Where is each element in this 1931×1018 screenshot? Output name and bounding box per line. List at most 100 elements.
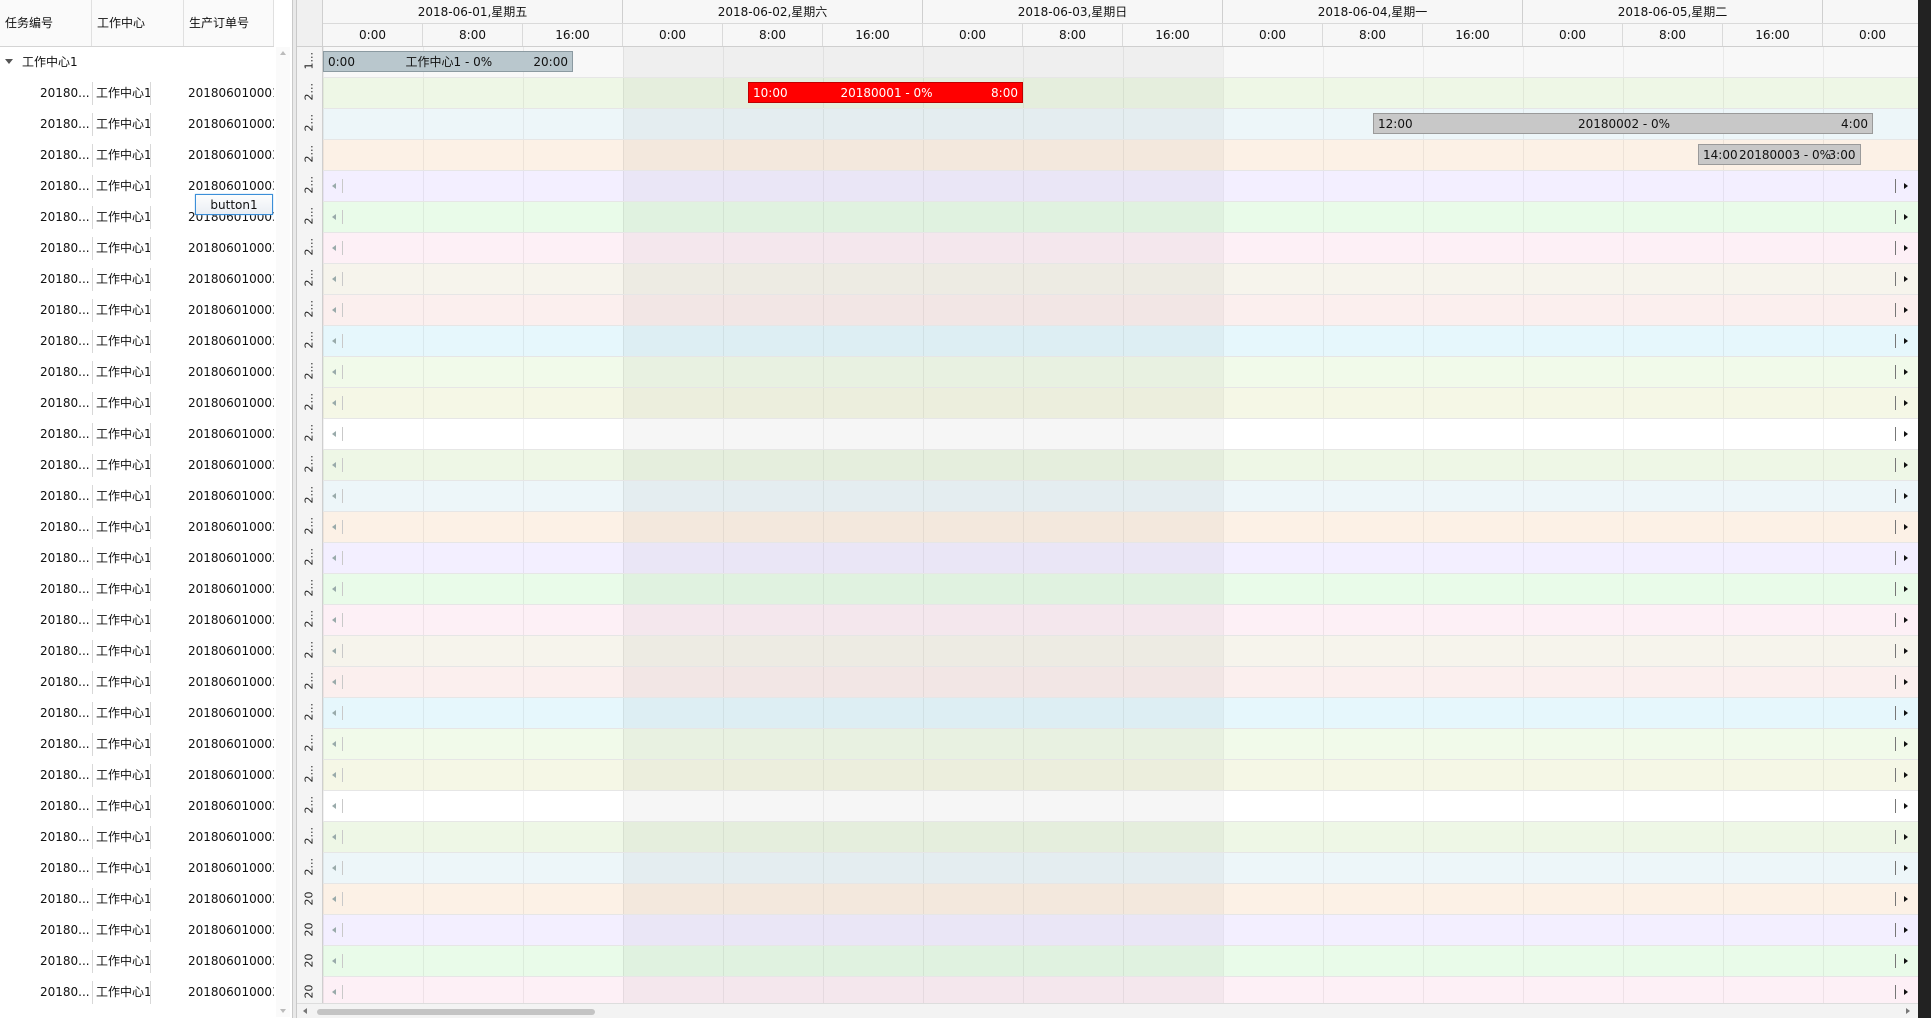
table-row[interactable]: 20180... 工作中心1 201806010003 bbox=[0, 977, 274, 1008]
scroll-left-indicator-icon[interactable] bbox=[332, 307, 336, 313]
scroll-right-indicator-icon[interactable] bbox=[1904, 803, 1908, 809]
column-header-work-center[interactable]: 工作中心 bbox=[92, 0, 184, 46]
gantt-row[interactable]: 2... bbox=[297, 512, 1918, 543]
gantt-row[interactable]: 2... bbox=[297, 78, 1918, 109]
table-row[interactable]: 20180... 工作中心1 201806010003 bbox=[0, 233, 274, 264]
gantt-row[interactable]: 2... bbox=[297, 357, 1918, 388]
row-header[interactable]: 2... bbox=[297, 481, 323, 512]
scroll-right-indicator-icon[interactable] bbox=[1904, 276, 1908, 282]
gantt-row[interactable]: 2... bbox=[297, 202, 1918, 233]
gantt-horizontal-scrollbar[interactable] bbox=[297, 1003, 1918, 1018]
scroll-right-indicator-icon[interactable] bbox=[1904, 865, 1908, 871]
table-row[interactable]: 20180... 工作中心1 201806010003 bbox=[0, 667, 274, 698]
row-header[interactable]: 2... bbox=[297, 78, 323, 109]
scroll-left-indicator-icon[interactable] bbox=[332, 276, 336, 282]
scroll-left-indicator-icon[interactable] bbox=[332, 586, 336, 592]
table-row[interactable]: 20180... 工作中心1 201806010003 bbox=[0, 822, 274, 853]
scroll-left-indicator-icon[interactable] bbox=[332, 741, 336, 747]
row-header[interactable]: 20 bbox=[297, 884, 323, 915]
gantt-row[interactable]: 2... bbox=[297, 295, 1918, 326]
row-header[interactable]: 2... bbox=[297, 543, 323, 574]
scroll-left-indicator-icon[interactable] bbox=[332, 245, 336, 251]
gantt-row[interactable]: 2... bbox=[297, 853, 1918, 884]
gantt-row[interactable]: 2... bbox=[297, 388, 1918, 419]
gantt-row[interactable]: 2... bbox=[297, 729, 1918, 760]
gantt-row[interactable]: 2... bbox=[297, 326, 1918, 357]
scroll-right-indicator-icon[interactable] bbox=[1904, 400, 1908, 406]
scroll-left-indicator-icon[interactable] bbox=[332, 462, 336, 468]
row-header[interactable]: 2... bbox=[297, 636, 323, 667]
collapse-expand-icon[interactable] bbox=[5, 59, 13, 64]
scroll-left-indicator-icon[interactable] bbox=[332, 710, 336, 716]
scroll-right-indicator-icon[interactable] bbox=[1904, 369, 1908, 375]
row-header[interactable]: 2... bbox=[297, 512, 323, 543]
scroll-right-indicator-icon[interactable] bbox=[1904, 648, 1908, 654]
group-row-work-center[interactable]: 工作中心1 bbox=[0, 47, 274, 78]
row-header[interactable]: 2... bbox=[297, 264, 323, 295]
scroll-right-indicator-icon[interactable] bbox=[1904, 989, 1908, 995]
row-header[interactable]: 2... bbox=[297, 357, 323, 388]
gantt-row[interactable]: 20 bbox=[297, 946, 1918, 977]
row-header[interactable]: 2... bbox=[297, 295, 323, 326]
table-row[interactable]: 20180... 工作中心1 201806010003 bbox=[0, 574, 274, 605]
scroll-right-indicator-icon[interactable] bbox=[1904, 586, 1908, 592]
row-header[interactable]: 20 bbox=[297, 915, 323, 946]
table-row[interactable]: 20180... 工作中心1 201806010002 bbox=[0, 109, 274, 140]
table-row[interactable]: 20180... 工作中心1 201806010001 bbox=[0, 78, 274, 109]
scroll-right-indicator-icon[interactable] bbox=[1904, 338, 1908, 344]
gantt-row[interactable]: 2... bbox=[297, 543, 1918, 574]
scroll-right-indicator-icon[interactable] bbox=[1904, 927, 1908, 933]
table-row[interactable]: 20180... 工作中心1 201806010003 bbox=[0, 419, 274, 450]
table-row[interactable]: 20180... 工作中心1 201806010003 bbox=[0, 481, 274, 512]
scroll-right-indicator-icon[interactable] bbox=[1904, 431, 1908, 437]
task-grid-vertical-scrollbar[interactable] bbox=[276, 47, 290, 1017]
scroll-left-indicator-icon[interactable] bbox=[332, 648, 336, 654]
table-row[interactable]: 20180... 工作中心1 201806010003 bbox=[0, 605, 274, 636]
scroll-down-icon[interactable] bbox=[280, 1009, 286, 1013]
scroll-right-indicator-icon[interactable] bbox=[1904, 896, 1908, 902]
scroll-right-indicator-icon[interactable] bbox=[1904, 741, 1908, 747]
table-row[interactable]: 20180... 工作中心1 201806010003 bbox=[0, 853, 274, 884]
table-row[interactable]: 20180... 工作中心1 201806010003 bbox=[0, 140, 274, 171]
row-header[interactable]: 2... bbox=[297, 326, 323, 357]
table-row[interactable]: 20180... 工作中心1 201806010003 bbox=[0, 543, 274, 574]
scroll-right-indicator-icon[interactable] bbox=[1904, 524, 1908, 530]
task-bar[interactable]: 14:00 20180003 - 0% 3:00 bbox=[1698, 144, 1861, 165]
row-header[interactable]: 2... bbox=[297, 450, 323, 481]
scroll-right-indicator-icon[interactable] bbox=[1904, 493, 1908, 499]
row-header[interactable]: 2... bbox=[297, 140, 323, 171]
scroll-left-indicator-icon[interactable] bbox=[332, 214, 336, 220]
gantt-row[interactable]: 20 bbox=[297, 884, 1918, 915]
row-header[interactable]: 2... bbox=[297, 667, 323, 698]
scroll-right-indicator-icon[interactable] bbox=[1904, 772, 1908, 778]
scroll-left-indicator-icon[interactable] bbox=[332, 834, 336, 840]
row-header[interactable]: 2... bbox=[297, 760, 323, 791]
table-row[interactable]: 20180... 工作中心1 201806010003 bbox=[0, 264, 274, 295]
gantt-row[interactable]: 2... bbox=[297, 698, 1918, 729]
scroll-right-indicator-icon[interactable] bbox=[1904, 679, 1908, 685]
table-row[interactable]: 20180... 工作中心1 201806010003 bbox=[0, 729, 274, 760]
table-row[interactable]: 20180... 工作中心1 201806010003 bbox=[0, 791, 274, 822]
scroll-left-indicator-icon[interactable] bbox=[332, 555, 336, 561]
scroll-left-indicator-icon[interactable] bbox=[332, 431, 336, 437]
task-bar[interactable]: 0:00 工作中心1 - 0% 20:00 bbox=[323, 51, 573, 72]
gantt-row[interactable]: 2... bbox=[297, 791, 1918, 822]
row-header[interactable]: 2... bbox=[297, 822, 323, 853]
gantt-row[interactable]: 2... bbox=[297, 574, 1918, 605]
scroll-left-indicator-icon[interactable] bbox=[332, 183, 336, 189]
scroll-right-indicator-icon[interactable] bbox=[1904, 958, 1908, 964]
scroll-right-icon[interactable] bbox=[1906, 1008, 1910, 1014]
gantt-row[interactable]: 2... bbox=[297, 171, 1918, 202]
scroll-left-indicator-icon[interactable] bbox=[332, 524, 336, 530]
column-header-order-number[interactable]: 生产订单号 bbox=[184, 0, 274, 46]
scroll-left-indicator-icon[interactable] bbox=[332, 772, 336, 778]
scroll-left-indicator-icon[interactable] bbox=[332, 369, 336, 375]
scroll-right-indicator-icon[interactable] bbox=[1904, 462, 1908, 468]
gantt-row[interactable]: 2... bbox=[297, 140, 1918, 171]
scroll-up-icon[interactable] bbox=[280, 51, 286, 55]
row-header[interactable]: 2... bbox=[297, 419, 323, 450]
scroll-left-indicator-icon[interactable] bbox=[332, 896, 336, 902]
scroll-left-indicator-icon[interactable] bbox=[332, 865, 336, 871]
scroll-left-indicator-icon[interactable] bbox=[332, 617, 336, 623]
gantt-row[interactable]: 2... bbox=[297, 450, 1918, 481]
